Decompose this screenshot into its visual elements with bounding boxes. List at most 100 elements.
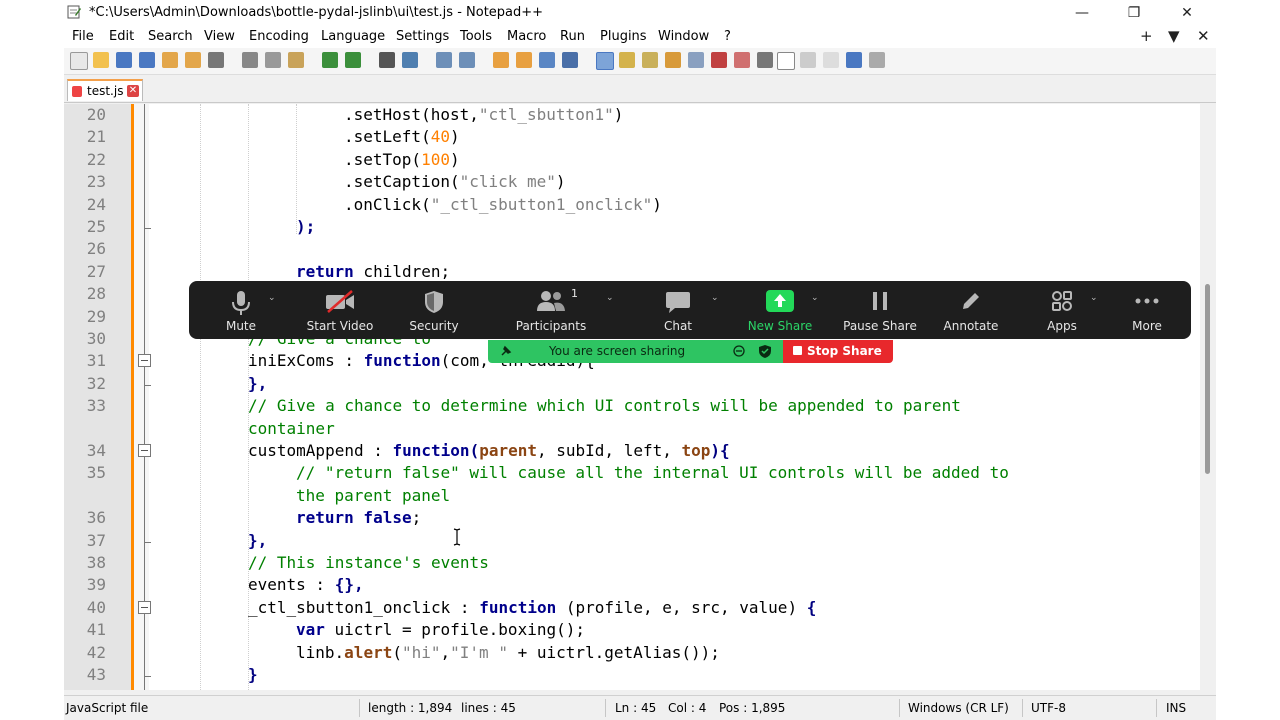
- menu-run[interactable]: Run: [560, 29, 585, 44]
- menu-tools[interactable]: Tools: [460, 29, 492, 44]
- new-tab-button[interactable]: +: [1140, 27, 1153, 45]
- code-line[interactable]: .onClick("_ctl_sbutton1_onclick"): [344, 194, 662, 216]
- status-encoding[interactable]: UTF-8: [1031, 701, 1066, 715]
- code-line[interactable]: // This instance's events: [248, 552, 489, 574]
- code-line[interactable]: .setTop(100): [344, 149, 460, 171]
- open-file-icon[interactable]: [93, 52, 109, 68]
- fold-toggle[interactable]: [138, 354, 151, 368]
- code-line[interactable]: // "return false" will cause all the int…: [296, 462, 1009, 484]
- menu-macro[interactable]: Macro: [507, 29, 546, 44]
- record-macro-icon[interactable]: [777, 52, 795, 70]
- copy-icon[interactable]: [265, 52, 281, 68]
- sync-vertical-icon[interactable]: [493, 52, 509, 68]
- tab-close-icon[interactable]: ✕: [127, 85, 139, 97]
- monitoring-icon[interactable]: [711, 52, 727, 68]
- close-file-icon[interactable]: [162, 52, 178, 68]
- eye-icon[interactable]: [757, 52, 773, 68]
- close-doc-button[interactable]: ✕: [1197, 27, 1210, 45]
- save-all-icon[interactable]: [139, 52, 155, 68]
- sync-horizontal-icon[interactable]: [516, 52, 532, 68]
- print-icon[interactable]: [208, 52, 224, 68]
- code-line[interactable]: return false;: [296, 507, 421, 529]
- chat-options-chevron-icon[interactable]: ⌄: [711, 293, 719, 303]
- code-line[interactable]: linb.alert("hi","I'm " + uictrl.getAlias…: [296, 642, 720, 664]
- scrollbar-thumb[interactable]: [1205, 284, 1210, 474]
- menu-help[interactable]: ?: [724, 29, 731, 44]
- pause-share-button[interactable]: Pause Share: [839, 281, 921, 339]
- fold-toggle[interactable]: [138, 600, 151, 614]
- minimize-button[interactable]: —: [1067, 3, 1097, 23]
- security-button[interactable]: Security: [404, 281, 464, 339]
- menu-language[interactable]: Language: [321, 29, 385, 44]
- word-wrap-icon[interactable]: [539, 52, 555, 68]
- code-line[interactable]: container: [248, 418, 335, 440]
- menu-plugins[interactable]: Plugins: [600, 29, 647, 44]
- doc-map-icon[interactable]: [619, 52, 635, 68]
- stop-share-button[interactable]: Stop Share: [783, 340, 893, 363]
- code-line[interactable]: var uictrl = profile.boxing();: [296, 619, 585, 641]
- save-macro-icon[interactable]: [869, 52, 885, 68]
- menu-file[interactable]: File: [72, 29, 94, 44]
- function-list-icon[interactable]: [642, 52, 658, 68]
- menu-encoding[interactable]: Encoding: [249, 29, 309, 44]
- zoom-in-icon[interactable]: [436, 52, 452, 68]
- zoom-out-icon[interactable]: [459, 52, 475, 68]
- cut-icon[interactable]: [242, 52, 258, 68]
- stop-macro-icon[interactable]: [800, 52, 816, 68]
- participants-options-chevron-icon[interactable]: ⌄: [606, 293, 614, 303]
- vertical-scrollbar[interactable]: [1200, 104, 1216, 690]
- close-all-icon[interactable]: [185, 52, 201, 68]
- menu-edit[interactable]: Edit: [109, 29, 134, 44]
- start-video-button[interactable]: Start Video: [302, 281, 378, 339]
- run-macro-multiple-icon[interactable]: [846, 52, 862, 68]
- menu-view[interactable]: View: [204, 29, 235, 44]
- code-line[interactable]: }: [248, 664, 258, 686]
- indent-guide-icon[interactable]: [596, 52, 614, 70]
- code-line[interactable]: _ctl_sbutton1_onclick : function (profil…: [248, 597, 816, 619]
- play-macro-icon[interactable]: [823, 52, 839, 68]
- menu-settings[interactable]: Settings: [396, 29, 449, 44]
- redo-icon[interactable]: [345, 52, 361, 68]
- apps-button[interactable]: Apps: [1039, 281, 1085, 339]
- code-line[interactable]: .setLeft(40): [344, 126, 460, 148]
- mute-options-chevron-icon[interactable]: ⌄: [268, 293, 276, 303]
- code-line[interactable]: return children;: [296, 261, 450, 283]
- code-line[interactable]: the parent panel: [296, 485, 450, 507]
- more-button[interactable]: More: [1124, 281, 1170, 339]
- code-line[interactable]: .setHost(host,"ctl_sbutton1"): [344, 104, 623, 126]
- status-insert-mode[interactable]: INS: [1166, 701, 1186, 715]
- folder-workspace-icon[interactable]: [665, 52, 681, 68]
- show-all-chars-icon[interactable]: [562, 52, 578, 68]
- participants-button[interactable]: 1 Participants: [509, 281, 593, 339]
- new-share-options-chevron-icon[interactable]: ⌄: [811, 293, 819, 303]
- menu-window[interactable]: Window: [658, 29, 709, 44]
- restore-button[interactable]: ❐: [1119, 3, 1149, 23]
- replace-icon[interactable]: [402, 52, 418, 68]
- list-tabs-button[interactable]: ▼: [1168, 27, 1180, 45]
- paste-icon[interactable]: [288, 52, 304, 68]
- new-share-button[interactable]: New Share: [741, 281, 819, 339]
- find-icon[interactable]: [379, 52, 395, 68]
- annotate-button[interactable]: Annotate: [938, 281, 1004, 339]
- code-lines[interactable]: 20 .setHost(host,"ctl_sbutton1") 21 .setLef…: [64, 104, 1200, 690]
- sharing-options-icon[interactable]: [733, 345, 745, 357]
- fold-toggle[interactable]: [138, 444, 151, 457]
- code-editor[interactable]: 20 .setHost(host,"ctl_sbutton1") 21 .setLef…: [64, 104, 1216, 690]
- code-line[interactable]: },: [248, 373, 267, 395]
- doc-list-icon[interactable]: [734, 52, 750, 68]
- save-icon[interactable]: [116, 52, 132, 68]
- code-line[interactable]: // Give a chance to determine which UI c…: [248, 395, 961, 417]
- code-line[interactable]: customAppend : function(parent, subId, l…: [248, 440, 730, 462]
- screen-sharing-indicator[interactable]: You are screen sharing: [488, 340, 783, 363]
- undo-icon[interactable]: [322, 52, 338, 68]
- apps-options-chevron-icon[interactable]: ⌄: [1090, 293, 1098, 303]
- clipboard-history-icon[interactable]: [688, 52, 704, 68]
- code-line[interactable]: );: [296, 216, 315, 238]
- status-eol[interactable]: Windows (CR LF): [908, 701, 1009, 715]
- menu-search[interactable]: Search: [148, 29, 193, 44]
- tab-test-js[interactable]: test.js ✕: [67, 79, 143, 101]
- new-file-icon[interactable]: [70, 52, 88, 70]
- close-button[interactable]: ✕: [1172, 3, 1202, 23]
- code-line[interactable]: .setCaption("click me"): [344, 171, 566, 193]
- code-line[interactable]: events : {},: [248, 574, 364, 596]
